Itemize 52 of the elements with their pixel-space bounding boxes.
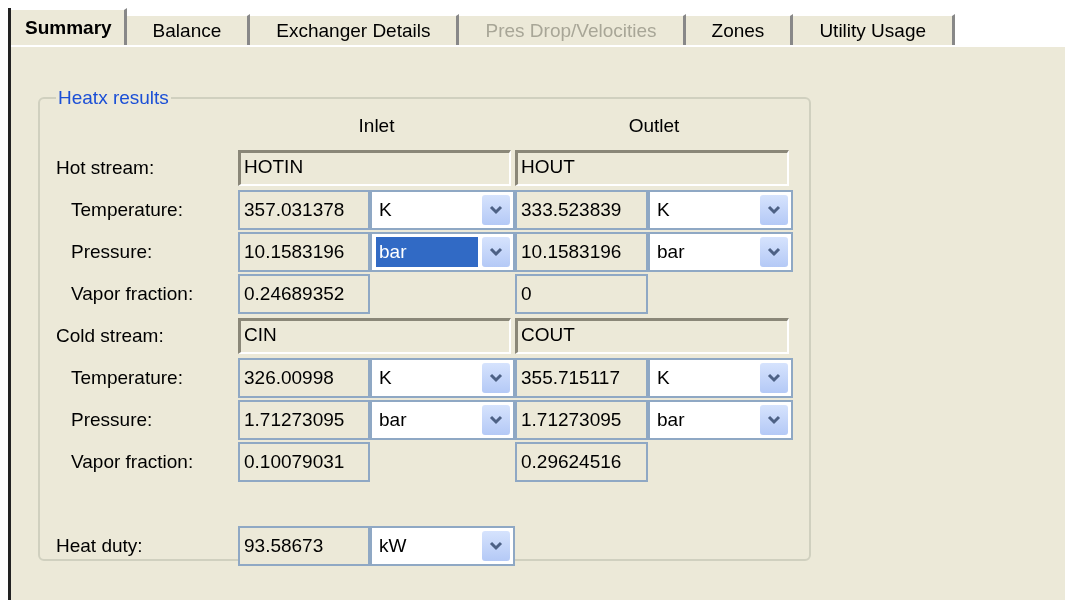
dropdown-value: K [378,198,393,222]
value-field: 0.10079031 [238,442,370,482]
tab[interactable]: Exchanger Details [250,14,460,45]
value-field: 0 [515,274,648,314]
value-field: 357.031378 [238,190,370,230]
unit-dropdown[interactable]: K [370,358,515,398]
value-field: 355.715117 [515,358,648,398]
value-field: 326.00998 [238,358,370,398]
tab[interactable]: Summary [11,8,127,45]
value-field: 0.24689352 [238,274,370,314]
property-label: Pressure: [70,241,154,263]
unit-dropdown[interactable]: K [370,190,515,230]
value-field: 333.523839 [515,190,648,230]
stream-name-field: COUT [515,318,789,354]
property-label: Pressure: [70,409,154,431]
dropdown-value: K [656,366,671,390]
unit-dropdown[interactable]: kW [370,526,515,566]
value-field: 1.71273095 [238,400,370,440]
unit-dropdown[interactable]: bar [648,232,793,272]
stream-label: Hot stream: [56,157,156,179]
property-label: Temperature: [70,367,184,389]
tab[interactable]: Zones [685,14,794,45]
group-title: Heatx results [57,87,170,109]
dropdown-value: bar [656,408,686,432]
unit-dropdown[interactable]: K [648,190,793,230]
heat-duty-label: Heat duty: [56,535,144,557]
dropdown-value: K [378,366,393,390]
unit-dropdown[interactable]: bar [648,400,793,440]
value-field: 10.1583196 [238,232,370,272]
tab[interactable]: Balance [126,14,251,45]
value-field: 93.58673 [238,526,370,566]
value-field: 0.29624516 [515,442,648,482]
unit-dropdown[interactable]: bar [370,232,515,272]
unit-dropdown[interactable]: K [648,358,793,398]
dropdown-value: kW [378,534,408,558]
property-label: Vapor fraction: [70,451,195,473]
dropdown-value: K [656,198,671,222]
column-header: Outlet [627,115,681,137]
property-label: Vapor fraction: [70,283,195,305]
column-header: Inlet [357,115,396,137]
stream-name-field: HOUT [515,150,789,186]
stream-label: Cold stream: [56,325,165,347]
value-field: 10.1583196 [515,232,648,272]
stream-name-field: CIN [238,318,511,354]
dropdown-value: bar [656,240,686,264]
unit-dropdown[interactable]: bar [370,400,515,440]
dropdown-value: bar [376,237,478,267]
value-field: 1.71273095 [515,400,648,440]
property-label: Temperature: [70,199,184,221]
tab[interactable]: Utility Usage [793,14,956,45]
dropdown-value: bar [378,408,408,432]
stream-name-field: HOTIN [238,150,511,186]
